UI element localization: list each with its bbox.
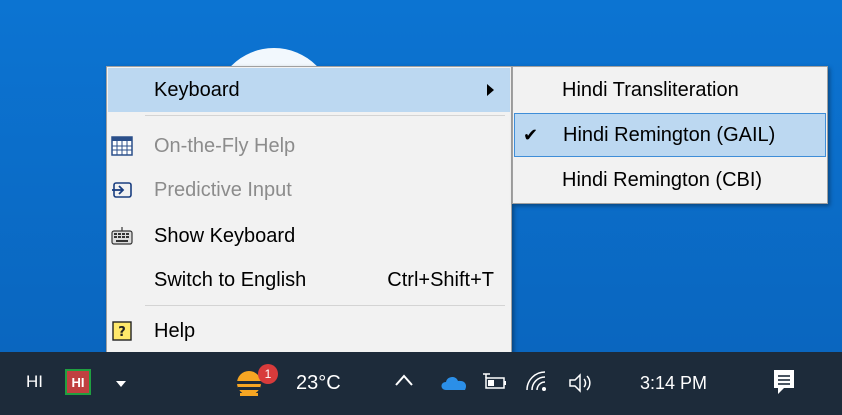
- ime-dropdown-icon[interactable]: [116, 381, 126, 387]
- keyboard-submenu: Hindi Transliteration ✔ Hindi Remington …: [512, 66, 828, 204]
- keyboard-icon: [111, 225, 133, 247]
- menu-item-show-keyboard[interactable]: Show Keyboard: [108, 214, 510, 258]
- submenu-item-label: Hindi Remington (GAIL): [563, 123, 776, 146]
- menu-item-shortcut: Ctrl+Shift+T: [387, 268, 494, 291]
- table-icon: [111, 135, 133, 157]
- network-wifi-icon[interactable]: [524, 370, 550, 394]
- menu-item-label: Keyboard: [154, 78, 240, 101]
- menu-separator: [145, 115, 505, 116]
- menu-separator: [145, 305, 505, 306]
- menu-item-label: On-the-Fly Help: [154, 134, 296, 157]
- temperature-label[interactable]: 23°C: [296, 372, 341, 395]
- menu-item-label: Switch to English: [154, 268, 307, 291]
- notification-center-icon[interactable]: [772, 368, 796, 396]
- submenu-item-hindi-remington-cbi[interactable]: Hindi Remington (CBI): [514, 158, 826, 202]
- submenu-item-label: Hindi Transliteration: [562, 78, 739, 101]
- predictive-input-icon: [111, 179, 133, 201]
- menu-item-help[interactable]: ? Help: [108, 309, 510, 353]
- ime-icon[interactable]: HI: [65, 369, 91, 395]
- submenu-item-hindi-remington-gail[interactable]: ✔ Hindi Remington (GAIL): [514, 113, 826, 157]
- menu-item-keyboard[interactable]: Keyboard: [108, 68, 510, 112]
- menu-item-switch-to-english[interactable]: Switch to English Ctrl+Shift+T: [108, 258, 510, 302]
- ime-context-menu: Keyboard On-the-Fly Help Predictive Inpu…: [106, 66, 512, 354]
- menu-item-on-the-fly-help[interactable]: On-the-Fly Help: [108, 124, 510, 168]
- help-icon: ?: [111, 320, 133, 342]
- submenu-item-hindi-transliteration[interactable]: Hindi Transliteration: [514, 68, 826, 112]
- language-indicator[interactable]: HI: [26, 372, 43, 392]
- show-hidden-icons-chevron-icon[interactable]: [393, 370, 415, 392]
- volume-icon[interactable]: [567, 372, 595, 394]
- menu-item-label: Help: [154, 319, 196, 342]
- svg-text:?: ?: [118, 325, 126, 340]
- weather-badge: 1: [258, 364, 278, 384]
- menu-item-predictive-input[interactable]: Predictive Input: [108, 168, 510, 212]
- submenu-item-label: Hindi Remington (CBI): [562, 168, 763, 191]
- battery-icon[interactable]: [482, 372, 508, 392]
- submenu-arrow-icon: [487, 84, 494, 96]
- menu-item-label: Predictive Input: [154, 178, 292, 201]
- onedrive-cloud-icon[interactable]: [439, 373, 469, 391]
- taskbar: HI HI 1 23°C 3:14 PM: [0, 352, 842, 415]
- menu-item-label: Show Keyboard: [154, 224, 296, 247]
- clock[interactable]: 3:14 PM: [640, 373, 707, 394]
- check-icon: ✔: [523, 124, 539, 145]
